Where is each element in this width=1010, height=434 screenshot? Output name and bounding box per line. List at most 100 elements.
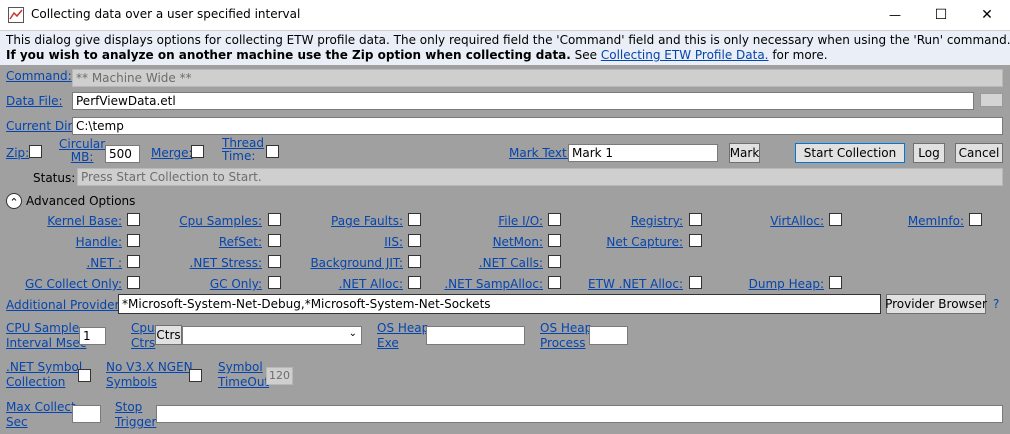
cpu-ctrs-line2: Ctrs <box>131 336 156 350</box>
max-collect-sec-field[interactable] <box>72 405 101 423</box>
datafile-browse-button[interactable] <box>980 93 1003 107</box>
start-collection-button[interactable]: Start Collection <box>795 143 905 163</box>
curdir-label[interactable]: Current Dir: <box>6 119 76 133</box>
page-faults-label[interactable]: Page Faults: <box>331 214 403 228</box>
zip-label[interactable]: Zip: <box>6 146 29 160</box>
iis-label[interactable]: IIS: <box>384 235 403 249</box>
stop-trigger-field[interactable] <box>156 405 1003 423</box>
refset-label[interactable]: RefSet: <box>219 235 262 249</box>
minimize-button[interactable]: — <box>872 0 918 30</box>
status-field: Press Start Collection to Start. <box>77 168 1003 186</box>
dotnet-alloc-checkbox[interactable] <box>408 276 421 289</box>
netmon-label[interactable]: NetMon: <box>493 235 543 249</box>
dotnet-stress-label[interactable]: .NET Stress: <box>190 256 262 270</box>
dump-heap-label[interactable]: Dump Heap: <box>749 277 824 291</box>
thread-time-label[interactable]: Thread Time: <box>222 137 264 161</box>
dotnet-symbol-collection-checkbox[interactable] <box>78 369 91 382</box>
zip-checkbox[interactable] <box>29 145 42 158</box>
handle-checkbox[interactable] <box>127 234 140 247</box>
handle-label[interactable]: Handle: <box>76 235 122 249</box>
thread-time-checkbox[interactable] <box>266 145 279 158</box>
no-ngen-symbols-label[interactable]: No V3.X NGEN Symbols <box>106 360 193 390</box>
gc-collect-only-label[interactable]: GC Collect Only: <box>25 277 122 291</box>
os-heap-process-field[interactable] <box>589 326 628 345</box>
provider-browser-button[interactable]: Provider Browser <box>885 294 987 314</box>
merge-label[interactable]: Merge: <box>151 146 193 160</box>
symbol-timeout-field[interactable]: 120 <box>266 367 293 385</box>
etw-dotnet-alloc-checkbox[interactable] <box>689 276 702 289</box>
marktext-label[interactable]: Mark Text: <box>509 146 571 160</box>
cancel-button[interactable]: Cancel <box>955 143 1003 163</box>
command-label[interactable]: Command: <box>6 69 72 83</box>
dotnet-calls-checkbox[interactable] <box>548 255 561 268</box>
max-collect-sec-label[interactable]: Max Collect Sec <box>6 400 76 430</box>
cpu-ctrs-dropdown[interactable]: ⌄ <box>182 326 362 345</box>
window-title: Collecting data over a user specified in… <box>31 7 301 21</box>
cpu-sample-interval-field[interactable]: 1 <box>79 327 106 345</box>
net-capture-checkbox[interactable] <box>689 234 702 247</box>
circular-label[interactable]: Circular MB: <box>59 138 105 164</box>
os-heap-exe-label[interactable]: OS Heap Exe <box>377 321 429 351</box>
dotnet-sampalloc-checkbox[interactable] <box>548 276 561 289</box>
dotnet-label[interactable]: .NET : <box>86 256 122 270</box>
datafile-field[interactable]: PerfViewData.etl <box>72 92 974 110</box>
curdir-field[interactable]: C:\temp <box>72 117 1003 135</box>
marktext-field[interactable]: Mark 1 <box>568 144 718 162</box>
merge-checkbox[interactable] <box>191 145 204 158</box>
maximize-button[interactable]: ☐ <box>918 0 964 30</box>
datafile-label[interactable]: Data File: <box>6 94 63 108</box>
additional-providers-label[interactable]: Additional Providers: <box>6 298 130 312</box>
ctrs-button[interactable]: Ctrs <box>155 325 182 345</box>
meminfo-checkbox[interactable] <box>969 213 982 226</box>
stop-trigger-label[interactable]: Stop Trigger <box>115 400 156 430</box>
dotnet-symbol-collection-label[interactable]: .NET Symbol Collection <box>6 360 82 390</box>
refset-checkbox[interactable] <box>268 234 281 247</box>
os-heap-process-label[interactable]: OS Heap Process <box>540 321 592 351</box>
gc-collect-only-checkbox[interactable] <box>127 276 140 289</box>
log-button[interactable]: Log <box>913 143 945 163</box>
meminfo-label[interactable]: MemInfo: <box>908 214 964 228</box>
circular-label-line2: MB: <box>70 150 94 164</box>
background-jit-checkbox[interactable] <box>408 255 421 268</box>
cpu-samples-checkbox[interactable] <box>268 213 281 226</box>
cpu-ctrs-label[interactable]: Cpu Ctrs <box>131 321 155 351</box>
circular-mb-field[interactable]: 500 <box>105 145 140 163</box>
dotnet-calls-label[interactable]: .NET Calls: <box>479 256 543 270</box>
additional-providers-field[interactable]: *Microsoft-System-Net-Debug,*Microsoft-S… <box>118 294 881 314</box>
mark-button[interactable]: Mark <box>729 143 760 163</box>
net-capture-label[interactable]: Net Capture: <box>606 235 683 249</box>
collecting-etw-link[interactable]: Collecting ETW Profile Data. <box>601 48 769 62</box>
background-jit-label[interactable]: Background JIT: <box>310 256 403 270</box>
virtalloc-checkbox[interactable] <box>829 213 842 226</box>
dotnet-checkbox[interactable] <box>127 255 140 268</box>
minimize-icon: — <box>889 8 901 22</box>
file-io-label[interactable]: File I/O: <box>498 214 543 228</box>
help-link[interactable]: ? <box>993 297 999 311</box>
symbol-timeout-label[interactable]: Symbol TimeOut <box>218 360 269 390</box>
dotnet-stress-checkbox[interactable] <box>268 255 281 268</box>
file-io-checkbox[interactable] <box>548 213 561 226</box>
dotnet-alloc-label[interactable]: .NET Alloc: <box>339 277 403 291</box>
registry-checkbox[interactable] <box>689 213 702 226</box>
cpu-sample-interval-label[interactable]: CPU Sample Interval Msec <box>6 321 86 351</box>
advanced-options-label[interactable]: Advanced Options <box>26 194 135 208</box>
kernel-base-checkbox[interactable] <box>127 213 140 226</box>
virtalloc-label[interactable]: VirtAlloc: <box>770 214 824 228</box>
close-button[interactable]: ✕ <box>964 0 1010 30</box>
dotnet-sampalloc-label[interactable]: .NET SampAlloc: <box>444 277 543 291</box>
netsym-line1: .NET Symbol <box>6 360 83 374</box>
kernel-base-label[interactable]: Kernel Base: <box>47 214 122 228</box>
dump-heap-checkbox[interactable] <box>829 276 842 289</box>
gc-only-label[interactable]: GC Only: <box>210 277 262 291</box>
command-field[interactable]: ** Machine Wide ** <box>72 69 1003 87</box>
etw-dotnet-alloc-label[interactable]: ETW .NET Alloc: <box>588 277 683 291</box>
registry-label[interactable]: Registry: <box>631 214 683 228</box>
os-heap-exe-field[interactable] <box>426 326 525 345</box>
iis-checkbox[interactable] <box>408 234 421 247</box>
advanced-collapse-icon[interactable]: ⌃ <box>6 193 22 209</box>
gc-only-checkbox[interactable] <box>268 276 281 289</box>
netmon-checkbox[interactable] <box>548 234 561 247</box>
no-ngen-symbols-checkbox[interactable] <box>189 369 202 382</box>
page-faults-checkbox[interactable] <box>408 213 421 226</box>
cpu-samples-label[interactable]: Cpu Samples: <box>179 214 262 228</box>
